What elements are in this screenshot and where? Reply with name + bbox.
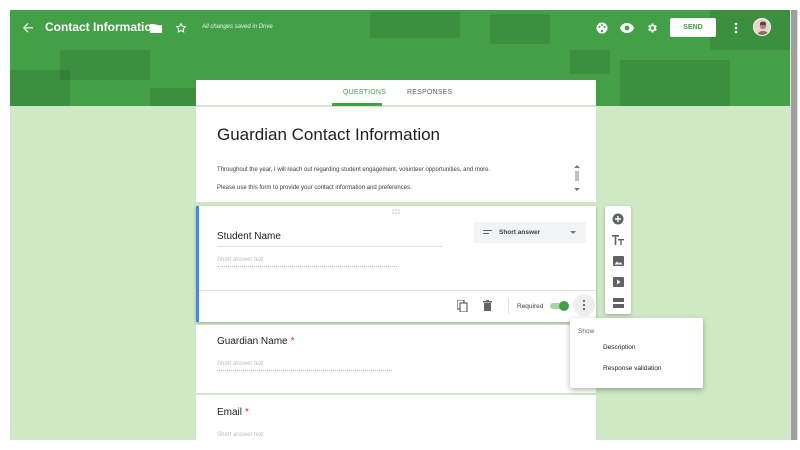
question-title-input[interactable]: Student Name [217,231,281,242]
add-section-icon[interactable] [612,297,624,309]
question-card[interactable]: Guardian Name * Short answer text [196,325,596,393]
short-answer-placeholder: Short answer text [217,257,264,263]
form-header-card: Guardian Contact Information Throughout … [196,107,596,202]
side-toolbar [605,206,631,314]
form-title[interactable]: Guardian Contact Information [217,125,440,145]
question-type-label: Short answer [499,229,541,236]
required-asterisk: * [290,336,295,347]
form-doc-title[interactable]: Contact Information [45,20,159,34]
scrollbar-thumb[interactable] [791,10,797,440]
tab-questions[interactable]: QUESTIONS [343,89,386,96]
chevron-down-icon [570,231,576,234]
page-scrollbar[interactable] [790,10,798,440]
menu-item-response-validation[interactable]: Response validation [603,365,662,372]
footer-separator [508,298,509,314]
star-icon[interactable] [171,18,191,38]
back-arrow-icon[interactable] [18,18,38,38]
required-label: Required [517,303,544,310]
question-title-underline [217,246,443,247]
question-title: Email * [217,407,249,418]
preview-eye-icon[interactable] [617,18,637,38]
add-video-icon[interactable] [612,276,624,288]
palette-icon[interactable] [592,18,612,38]
folder-icon[interactable] [146,18,166,38]
avatar[interactable] [753,18,771,36]
required-toggle[interactable] [550,301,570,311]
question-type-dropdown[interactable]: Short answer [474,222,586,243]
menu-header: Show [578,328,595,335]
short-answer-icon [483,230,492,234]
short-answer-placeholder: Short answer text [217,361,264,367]
send-button[interactable]: SEND [670,18,716,37]
tabs-bar: QUESTIONS RESPONSES [196,80,596,106]
tab-responses[interactable]: RESPONSES [407,89,452,96]
add-title-icon[interactable] [612,234,624,246]
save-status: All changes saved in Drive [202,24,273,30]
question-title: Guardian Name * [217,336,295,347]
form-description-line[interactable]: Please use this form to provide your con… [217,185,412,191]
footer-divider [199,290,596,291]
answer-line [217,266,397,267]
required-asterisk: * [245,407,249,418]
form-editor: QUESTIONS RESPONSES Guardian Contact Inf… [196,80,596,440]
delete-trash-icon[interactable] [483,300,492,311]
question-card[interactable]: Email * Short answer text [196,395,596,440]
settings-gear-icon[interactable] [642,18,662,38]
description-scrollbar[interactable] [574,165,580,191]
duplicate-icon[interactable] [457,300,468,312]
answer-line [217,370,392,371]
more-vert-icon [582,299,586,311]
more-vert-icon[interactable] [726,18,746,38]
drag-handle-icon[interactable] [392,209,402,214]
more-options-button[interactable] [573,294,595,316]
more-options-menu: Show Description Response validation [570,318,703,388]
question-card-selected[interactable]: Student Name Short answer Short answer t… [196,206,596,322]
active-tab-indicator [332,103,382,106]
add-question-icon[interactable] [612,213,624,225]
app-window: Contact Information All changes saved in… [10,10,790,440]
add-image-icon[interactable] [612,255,624,267]
form-description-line[interactable]: Throughout the year, I will reach out re… [217,167,490,173]
menu-item-description[interactable]: Description [603,344,636,351]
top-bar: Contact Information All changes saved in… [10,10,790,46]
short-answer-placeholder: Short answer text [217,432,264,438]
